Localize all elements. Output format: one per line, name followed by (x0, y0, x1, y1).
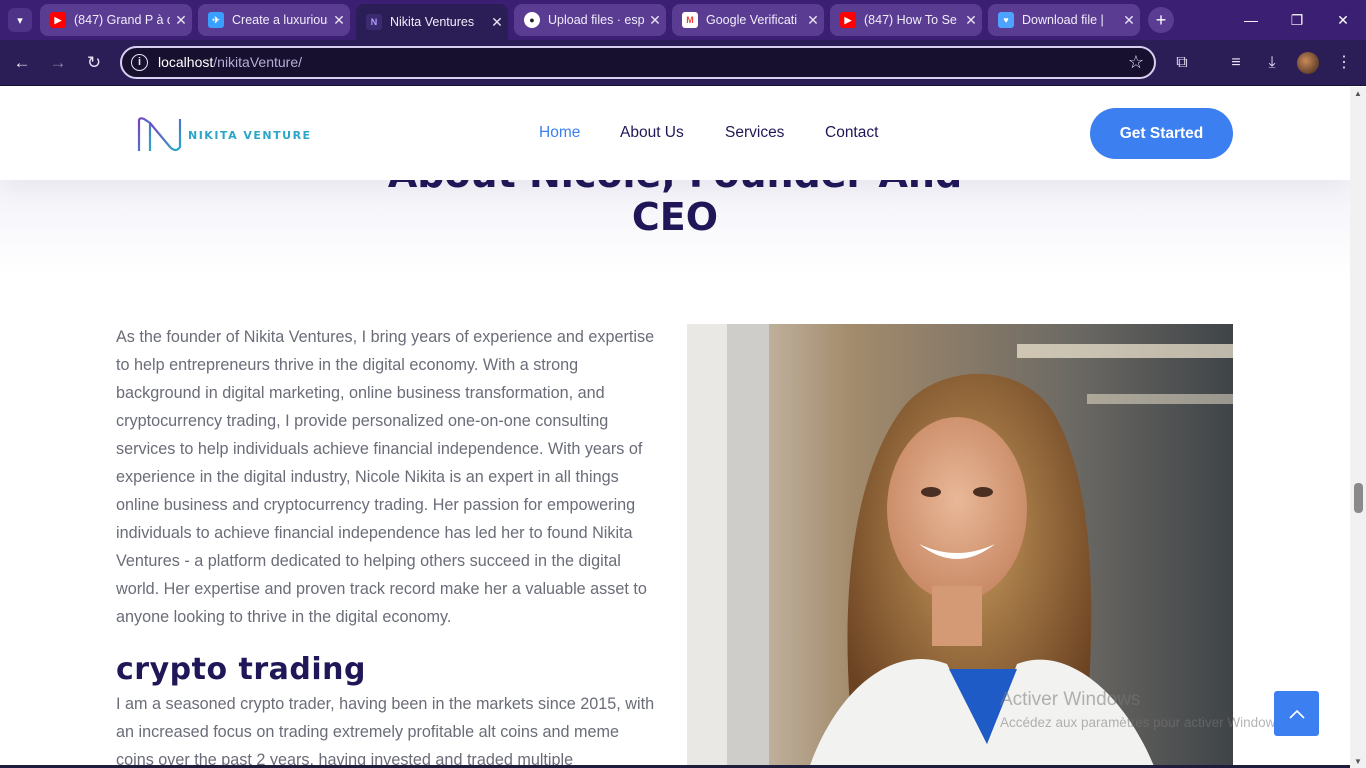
scrollbar-thumb[interactable] (1354, 483, 1363, 513)
close-window-button[interactable]: ✕ (1320, 8, 1366, 32)
reload-icon[interactable]: ↻ (82, 51, 106, 75)
windows-activation-text: Accédez aux paramètres pour activer Wind… (1000, 715, 1286, 730)
close-icon[interactable]: ✕ (644, 12, 666, 29)
extensions-icon[interactable]: ⧉ (1170, 51, 1194, 75)
minimize-button[interactable]: — (1228, 8, 1274, 32)
nav-about-us[interactable]: About Us (620, 124, 684, 142)
url-path: /nikitaVenture/ (213, 54, 302, 70)
site-info-icon[interactable]: i (131, 54, 148, 71)
browser-tab[interactable]: ✈ Create a luxurious ✕ (198, 4, 350, 36)
logo-text: NIKITA VENTURE (188, 129, 312, 142)
tab-title: (847) How To Se (864, 13, 957, 27)
tab-title: Google Verificati (706, 13, 798, 27)
logo-mark-icon (137, 117, 182, 152)
chevron-up-icon (1288, 709, 1305, 719)
crypto-trading-heading: crypto trading (116, 652, 366, 687)
forward-icon[interactable]: → (46, 51, 70, 75)
get-started-button[interactable]: Get Started (1090, 108, 1233, 159)
nikita-icon: N (366, 14, 382, 30)
page-viewport: About Nicole, Founder And CEO NIKITA VEN… (0, 87, 1350, 768)
close-icon[interactable]: ✕ (1118, 12, 1140, 29)
back-to-top-button[interactable] (1274, 691, 1319, 736)
close-icon[interactable]: ✕ (802, 12, 824, 29)
media-control-icon[interactable]: ≡ (1224, 51, 1248, 75)
close-icon[interactable]: ✕ (486, 14, 508, 31)
youtube-icon: ▶ (840, 12, 856, 28)
browser-tab[interactable]: ♥ Download file | ✕ (988, 4, 1140, 36)
portrait-image (687, 324, 1233, 768)
browser-tab[interactable]: M Google Verificati ✕ (672, 4, 824, 36)
tab-title: (847) Grand P à c (74, 13, 170, 27)
download-icon[interactable]: ⤓ (1260, 51, 1284, 75)
tab-strip: ▾ ▶ (847) Grand P à c ✕ ✈ Create a luxur… (0, 0, 1366, 40)
close-icon[interactable]: ✕ (960, 12, 982, 29)
fiverr-icon: ✈ (208, 12, 224, 28)
scroll-down-arrow-icon[interactable]: ▼ (1350, 757, 1366, 766)
profile-avatar[interactable] (1297, 52, 1319, 74)
close-icon[interactable]: ✕ (170, 12, 192, 29)
url-text[interactable]: localhost/nikitaVenture/ (158, 54, 302, 70)
close-icon[interactable]: ✕ (328, 12, 350, 29)
founder-bio: As the founder of Nikita Ventures, I bri… (116, 328, 655, 626)
page-scrollbar[interactable]: ▲ ▼ (1350, 87, 1366, 768)
nav-services[interactable]: Services (725, 124, 784, 142)
download-site-icon: ♥ (998, 12, 1014, 28)
site-header: NIKITA VENTURE Home About Us Services Co… (0, 87, 1350, 180)
bookmark-star-icon[interactable]: ☆ (1128, 52, 1144, 73)
nav-home[interactable]: Home (539, 124, 580, 142)
browser-tab[interactable]: ▶ (847) Grand P à c ✕ (40, 4, 192, 36)
crypto-trading-text: I am a seasoned crypto trader, having be… (116, 695, 655, 768)
founder-photo (687, 324, 1233, 768)
windows-activation-title: Activer Windows (1000, 689, 1141, 710)
new-tab-button[interactable]: + (1148, 7, 1174, 33)
nav-contact[interactable]: Contact (825, 124, 878, 142)
tab-search-menu-button[interactable]: ▾ (8, 8, 32, 32)
scroll-up-arrow-icon[interactable]: ▲ (1350, 89, 1366, 98)
tab-title: Upload files · esp (548, 13, 644, 27)
browser-tab-active[interactable]: N Nikita Ventures ✕ (356, 4, 508, 40)
github-icon: ● (524, 12, 540, 28)
menu-kebab-icon[interactable]: ⋮ (1332, 51, 1356, 75)
browser-tab[interactable]: ▶ (847) How To Se ✕ (830, 4, 982, 36)
youtube-icon: ▶ (50, 12, 66, 28)
tab-title: Create a luxurious (232, 13, 328, 27)
back-icon[interactable]: ← (10, 51, 34, 75)
address-bar[interactable]: i localhost/nikitaVenture/ ☆ (120, 46, 1156, 79)
tab-title: Nikita Ventures (390, 15, 475, 29)
url-host: localhost (158, 54, 214, 70)
browser-tab[interactable]: ● Upload files · esp ✕ (514, 4, 666, 36)
gmail-icon: M (682, 12, 698, 28)
page-title-line-2: CEO (631, 195, 719, 239)
browser-toolbar: ← → ↻ i localhost/nikitaVenture/ ☆ ⧉ ≡ ⤓… (0, 40, 1366, 86)
site-logo[interactable]: NIKITA VENTURE (136, 115, 310, 153)
restore-button[interactable]: ❐ (1274, 8, 1320, 32)
tab-title: Download file | (1022, 13, 1104, 27)
